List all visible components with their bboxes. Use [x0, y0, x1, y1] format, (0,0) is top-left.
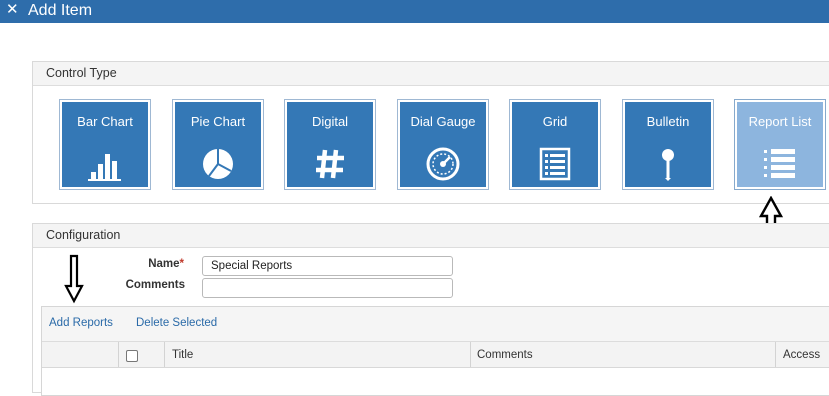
down-arrow-annotation [64, 254, 84, 304]
grid-toolbar: Add Reports Delete Selected [42, 307, 829, 342]
numbered-list-icon [760, 146, 800, 182]
select-all-checkbox[interactable] [126, 350, 138, 362]
tile-label: Bar Chart [77, 114, 133, 129]
name-input[interactable] [202, 256, 453, 276]
reports-grid: Add Reports Delete Selected Title Commen… [41, 306, 829, 396]
pin-icon [648, 146, 688, 182]
dialog-title: Add Item [28, 2, 93, 19]
delete-selected-link[interactable]: Delete Selected [136, 317, 217, 329]
tile-grid[interactable]: Grid [509, 99, 601, 190]
column-header-title[interactable]: Title [172, 349, 193, 361]
dialog-title-bar: ✕ Add Item [0, 0, 829, 23]
pie-chart-icon [198, 146, 238, 182]
column-divider [164, 342, 165, 367]
tile-bar-chart[interactable]: Bar Chart [59, 99, 151, 190]
tile-label: Bulletin [646, 114, 690, 129]
column-divider [775, 342, 776, 367]
bar-chart-icon [85, 146, 125, 182]
tile-pie-chart[interactable]: Pie Chart [172, 99, 264, 190]
tile-dial-gauge[interactable]: Dial Gauge [397, 99, 489, 190]
comments-input[interactable] [202, 278, 453, 298]
add-reports-link[interactable]: Add Reports [49, 317, 113, 329]
tile-label: Report List [748, 114, 812, 129]
tile-bulletin[interactable]: Bulletin [622, 99, 714, 190]
hash-icon [310, 146, 350, 182]
name-label: Name* [148, 258, 184, 270]
column-header-comments[interactable]: Comments [477, 349, 533, 361]
configuration-heading: Configuration [33, 224, 829, 248]
gauge-icon [423, 146, 463, 182]
tile-label: Dial Gauge [410, 114, 476, 129]
column-divider [470, 342, 471, 367]
column-divider [118, 342, 119, 367]
control-type-heading: Control Type [33, 62, 829, 86]
tile-label: Digital [311, 114, 349, 129]
grid-header-row: Title Comments Access [42, 342, 829, 368]
tile-report-list[interactable]: Report List [734, 99, 826, 190]
tile-digital[interactable]: Digital [284, 99, 376, 190]
comments-label: Comments [125, 279, 185, 291]
tile-label: Pie Chart [190, 114, 246, 129]
tile-label: Grid [542, 114, 568, 129]
required-marker: * [179, 258, 184, 270]
column-header-access[interactable]: Access [783, 349, 820, 361]
close-icon[interactable]: ✕ [6, 0, 20, 20]
grid-list-icon [535, 146, 575, 182]
